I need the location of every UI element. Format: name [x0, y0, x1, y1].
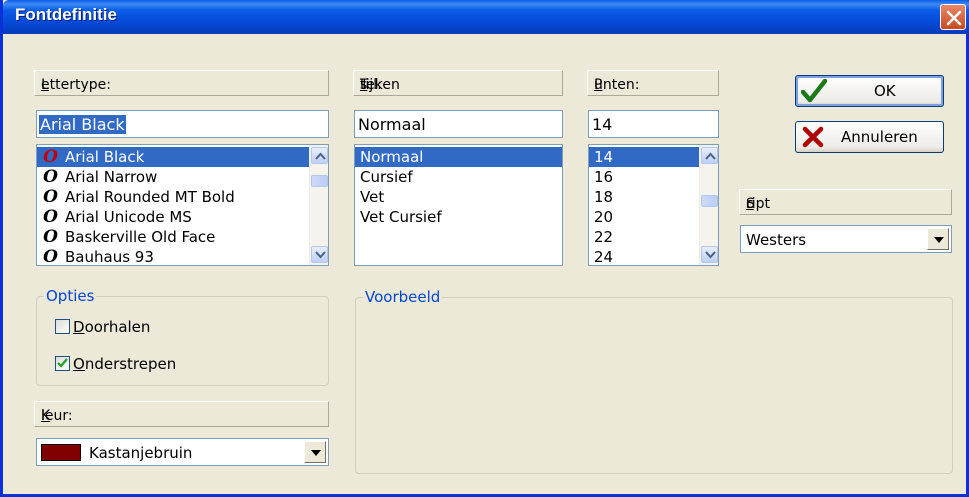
- script-label-header: Sc ript: [739, 189, 952, 215]
- scroll-up-button[interactable]: [701, 147, 718, 164]
- font-label-header: Lettertype:: [34, 70, 329, 96]
- title-bar[interactable]: Fontdefinitie: [3, 0, 969, 34]
- color-dropdown-button[interactable]: [304, 441, 326, 463]
- font-list-item[interactable]: O Arial Narrow: [37, 167, 328, 187]
- strikeout-checkbox[interactable]: [55, 319, 70, 334]
- options-legend: Opties: [44, 287, 97, 305]
- color-label-header: Kleur:: [34, 401, 329, 427]
- font-name-value: Arial Black: [39, 115, 126, 134]
- opentype-font-icon: O: [43, 147, 58, 167]
- dropdown-arrow-icon: [934, 237, 944, 243]
- cancel-button[interactable]: Annuleren: [795, 121, 944, 153]
- font-list-item-label: Arial Narrow: [65, 168, 158, 186]
- font-style-list[interactable]: Normaal Cursief Vet Vet Cursief: [354, 144, 563, 266]
- font-list-item-label: Baskerville Old Face: [65, 228, 216, 246]
- close-button[interactable]: [940, 4, 966, 30]
- style-list-item[interactable]: Vet: [355, 187, 562, 207]
- font-list-item-label: Arial Black: [65, 148, 145, 166]
- dropdown-arrow-icon: [311, 450, 321, 456]
- style-list-item[interactable]: Normaal: [355, 147, 562, 167]
- cancel-button-label: Annuleren: [841, 128, 918, 146]
- opentype-font-icon: O: [43, 247, 58, 266]
- chevron-down-icon: [705, 251, 716, 259]
- preview-legend: Voorbeeld: [363, 288, 443, 306]
- font-name-input[interactable]: Arial Black: [36, 110, 329, 138]
- font-dialog: Fontdefinitie Lettertype: Arial Black OA…: [0, 0, 969, 497]
- close-icon: [946, 10, 962, 26]
- strikeout-label[interactable]: Doorhalen: [73, 318, 150, 336]
- font-list-item-label: Arial Unicode MS: [65, 208, 192, 226]
- ok-button[interactable]: OK: [795, 75, 944, 107]
- opentype-font-icon: O: [43, 207, 58, 227]
- font-style-value: Normaal: [358, 115, 426, 134]
- size-label-header: Punten:: [587, 70, 719, 96]
- scroll-down-button[interactable]: [311, 246, 328, 263]
- script-select[interactable]: Westers: [740, 225, 952, 253]
- chevron-up-icon: [705, 152, 716, 160]
- scroll-thumb[interactable]: [701, 195, 718, 207]
- color-swatch: [41, 444, 81, 461]
- font-list-scrollbar[interactable]: [309, 145, 328, 265]
- underline-checkbox[interactable]: [55, 356, 70, 371]
- font-size-list[interactable]: 14 16 18 20 22 24: [588, 144, 719, 266]
- checkmark-icon: [57, 358, 68, 368]
- font-list-item-label: Bauhaus 93: [65, 248, 154, 266]
- opentype-font-icon: O: [43, 227, 58, 247]
- style-list-item[interactable]: Vet Cursief: [355, 207, 562, 227]
- cancel-x-icon: [802, 126, 824, 148]
- style-list-item[interactable]: Cursief: [355, 167, 562, 187]
- ok-button-label: OK: [874, 82, 896, 100]
- dialog-title: Fontdefinitie: [15, 5, 117, 24]
- color-select[interactable]: Kastanjebruin: [36, 438, 329, 466]
- opentype-font-icon: O: [43, 187, 58, 207]
- script-value: Westers: [746, 231, 807, 249]
- font-list-item[interactable]: O Bauhaus 93: [37, 247, 328, 266]
- chevron-down-icon: [315, 251, 326, 259]
- font-list-item[interactable]: O Baskerville Old Face: [37, 227, 328, 247]
- checkmark-icon: [801, 79, 827, 103]
- font-list-item[interactable]: O Arial Rounded MT Bold: [37, 187, 328, 207]
- font-size-value: 14: [592, 115, 613, 134]
- color-value: Kastanjebruin: [89, 444, 193, 462]
- scroll-down-button[interactable]: [701, 246, 718, 263]
- chevron-up-icon: [315, 152, 326, 160]
- font-list[interactable]: O Arial Black O Arial Narrow O Arial Rounded …: [36, 144, 329, 266]
- scroll-thumb[interactable]: [311, 175, 328, 187]
- font-style-input[interactable]: Normaal: [354, 110, 563, 138]
- font-size-input[interactable]: 14: [588, 110, 719, 138]
- font-list-item-label: Arial Rounded MT Bold: [65, 188, 235, 206]
- style-label-header: Teken s tijl:: [353, 70, 563, 96]
- scroll-up-button[interactable]: [311, 147, 328, 164]
- underline-label[interactable]: Onderstrepen: [73, 355, 176, 373]
- font-list-item[interactable]: O Arial Unicode MS: [37, 207, 328, 227]
- font-list-item[interactable]: O Arial Black: [37, 147, 328, 167]
- size-list-scrollbar[interactable]: [699, 145, 718, 265]
- preview-group: [355, 297, 953, 474]
- script-dropdown-button[interactable]: [927, 228, 949, 250]
- opentype-font-icon: O: [43, 167, 58, 187]
